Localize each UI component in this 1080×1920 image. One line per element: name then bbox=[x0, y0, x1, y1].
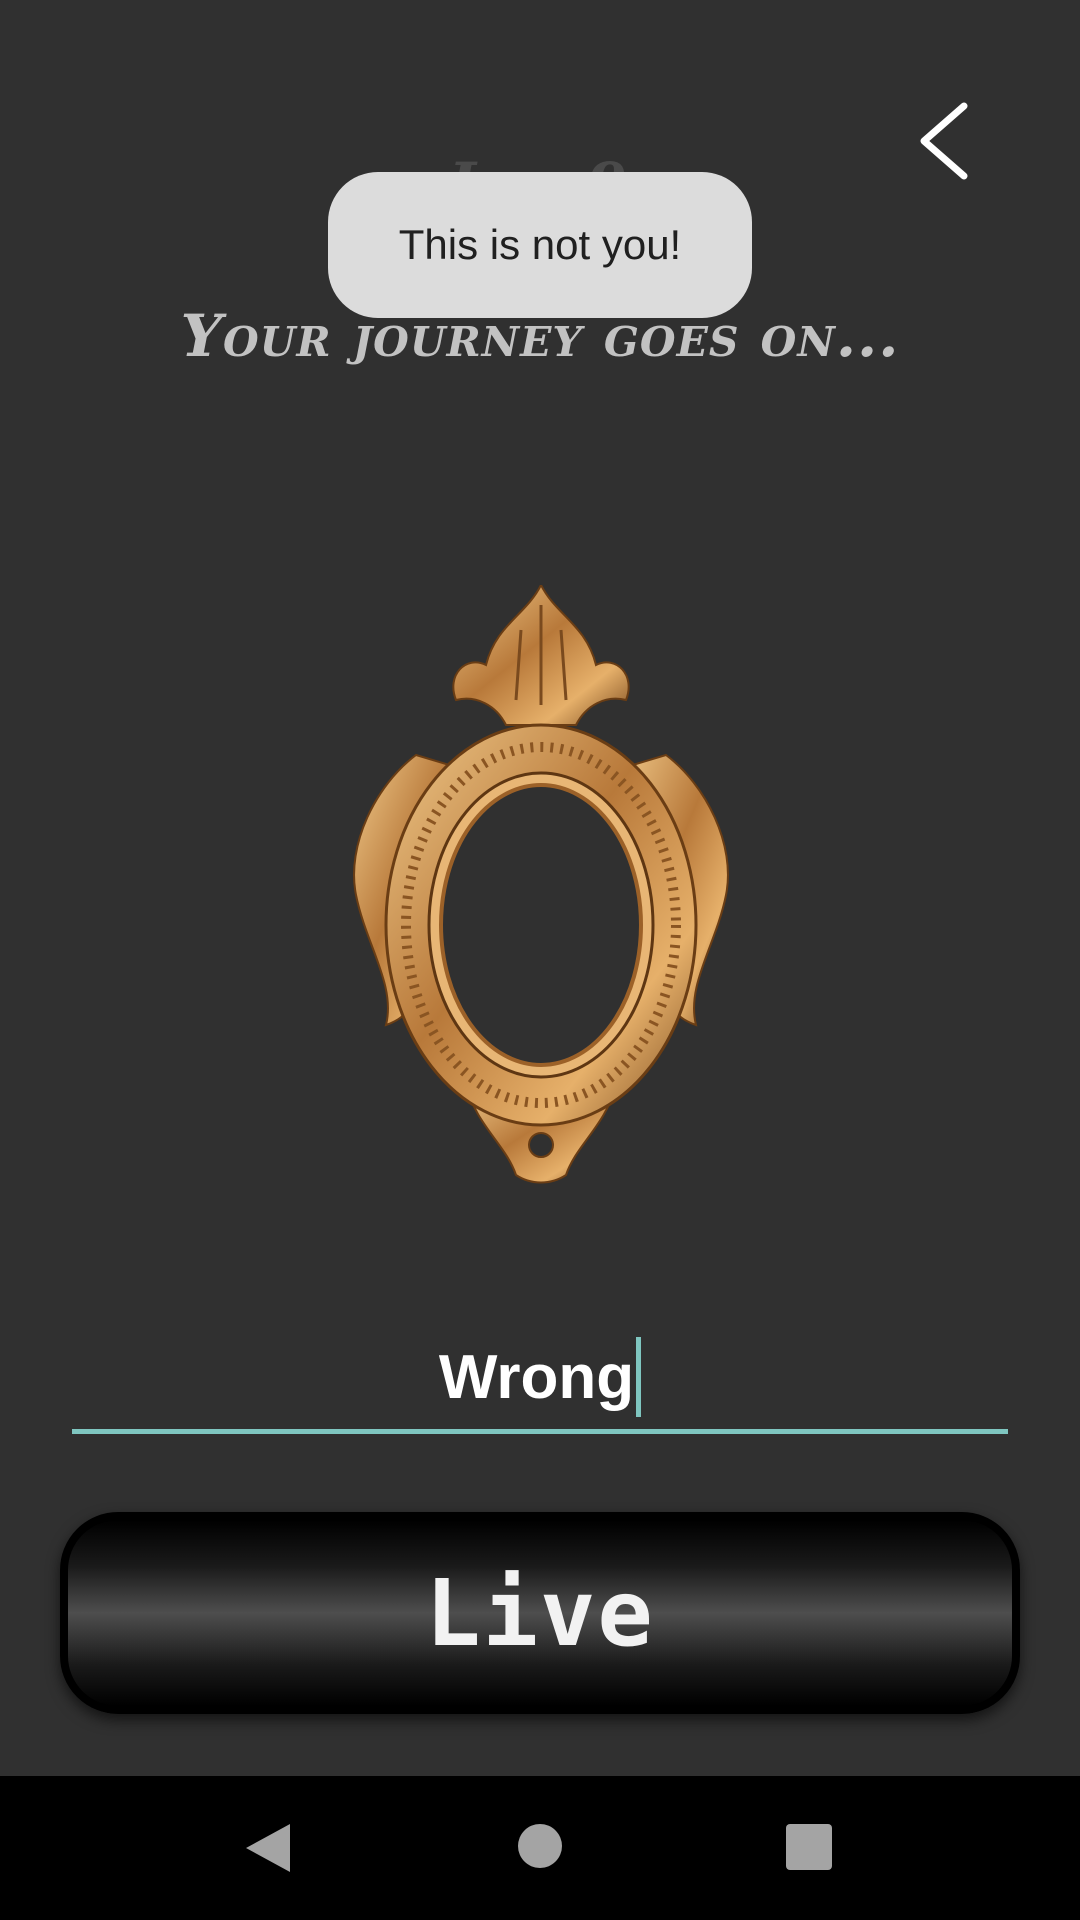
mirror-frame-image bbox=[346, 582, 736, 1185]
system-nav-bar bbox=[0, 1776, 1080, 1920]
triangle-back-icon bbox=[246, 1824, 290, 1872]
live-button[interactable]: Live bbox=[60, 1512, 1020, 1714]
nav-back-button[interactable] bbox=[244, 1822, 292, 1879]
text-caret bbox=[636, 1337, 642, 1417]
answer-input-value: Wrong bbox=[438, 1342, 635, 1412]
nav-home-button[interactable] bbox=[518, 1824, 562, 1868]
page-subtitle: Your journey goes on... bbox=[180, 302, 900, 370]
toast-text: This is not you! bbox=[398, 221, 682, 268]
live-button-label: Live bbox=[425, 1559, 655, 1667]
nav-recents-button[interactable] bbox=[786, 1824, 832, 1870]
toast-message: This is not you! bbox=[328, 172, 752, 318]
answer-input[interactable]: Wrong bbox=[72, 1325, 1008, 1434]
